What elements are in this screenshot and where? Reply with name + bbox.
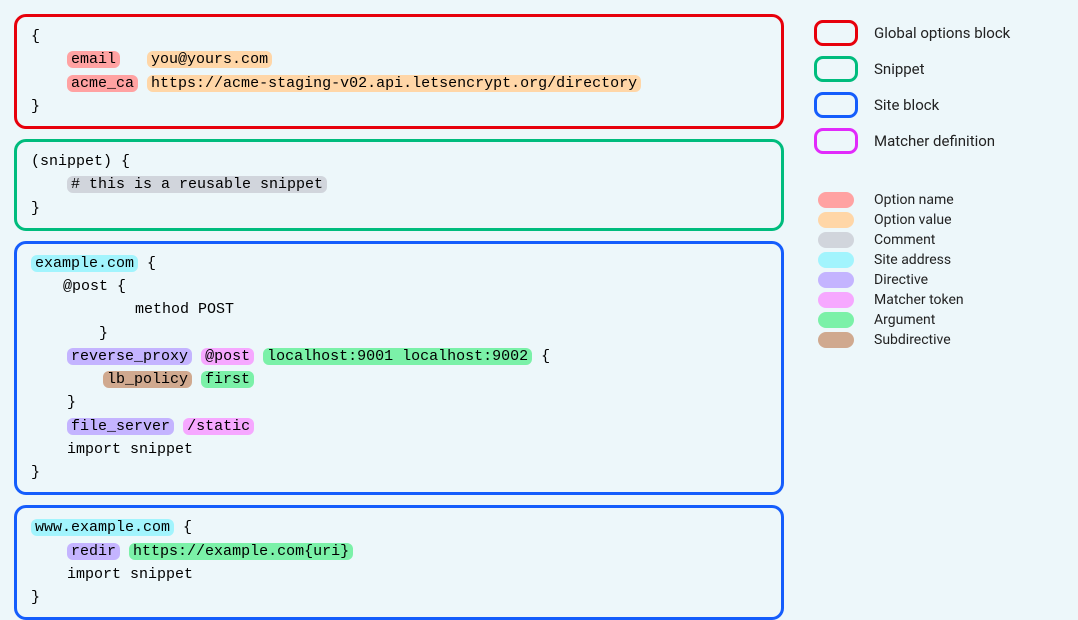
- legend-label: Matcher token: [874, 292, 964, 308]
- legend-row: Argument: [814, 312, 1064, 328]
- legend-row: Snippet: [814, 56, 1064, 82]
- legend-swatch-pill: [818, 232, 854, 248]
- global-options-block: { email you@yours.com acme_ca https://ac…: [14, 14, 784, 129]
- legend-swatch-pill: [818, 212, 854, 228]
- matcher-token-static: /static: [183, 418, 254, 435]
- legend-row: Site address: [814, 252, 1064, 268]
- directive-reverse-proxy: reverse_proxy: [67, 348, 192, 365]
- argument-redir-url: https://example.com{uri}: [129, 543, 353, 560]
- legend-label: Site address: [874, 252, 951, 268]
- legend-column: Global options block Snippet Site block Mat…: [814, 14, 1064, 591]
- directive-redir: redir: [67, 543, 120, 560]
- legend-swatch-border: [814, 20, 858, 46]
- legend-swatch-pill: [818, 332, 854, 348]
- directive-file-server: file_server: [67, 418, 174, 435]
- legend-row: Subdirective: [814, 332, 1064, 348]
- legend-label: Comment: [874, 232, 935, 248]
- legend-row: Matcher definition: [814, 128, 1064, 154]
- code-column: { email you@yours.com acme_ca https://ac…: [14, 14, 784, 591]
- legend-row: Matcher token: [814, 292, 1064, 308]
- argument-first: first: [201, 371, 254, 388]
- legend-swatch-border: [814, 128, 858, 154]
- legend-swatch-pill: [818, 252, 854, 268]
- brace-open: {: [532, 348, 550, 365]
- legend-row: Option name: [814, 192, 1064, 208]
- brace-close: }: [31, 98, 40, 115]
- matcher-token-post: @post: [201, 348, 254, 365]
- subdirective-lbpolicy: lb_policy: [103, 371, 192, 388]
- matcher-body: method POST: [63, 301, 234, 318]
- site-address-2: www.example.com: [31, 519, 174, 536]
- brace-close: }: [31, 589, 40, 606]
- legend-swatch-border: [814, 56, 858, 82]
- snippet-head: (snippet) {: [31, 153, 130, 170]
- brace-close: }: [31, 464, 40, 481]
- site-block-1: example.com { @post { method POST } reve…: [14, 241, 784, 496]
- legend-swatch-border: [814, 92, 858, 118]
- legend-label: Directive: [874, 272, 928, 288]
- legend-row: Site block: [814, 92, 1064, 118]
- legend-label: Snippet: [874, 60, 925, 78]
- legend-label: Argument: [874, 312, 935, 328]
- legend-label: Matcher definition: [874, 132, 995, 150]
- argument-upstreams: localhost:9001 localhost:9002: [263, 348, 532, 365]
- legend-label: Global options block: [874, 24, 1010, 42]
- matcher-open: @post {: [63, 278, 126, 295]
- matcher-close: }: [63, 325, 108, 342]
- legend-row: Global options block: [814, 20, 1064, 46]
- legend-row: Comment: [814, 232, 1064, 248]
- brace-open: {: [31, 28, 40, 45]
- brace-close: }: [31, 200, 40, 217]
- legend-swatch-pill: [818, 292, 854, 308]
- option-name-acmeca: acme_ca: [67, 75, 138, 92]
- legend-row: Directive: [814, 272, 1064, 288]
- site-block-2: www.example.com { redir https://example.…: [14, 505, 784, 620]
- legend-pill-group: Option name Option value Comment Site addre…: [814, 192, 1064, 348]
- snippet-comment: # this is a reusable snippet: [67, 176, 327, 193]
- legend-swatch-pill: [818, 272, 854, 288]
- import-line: import snippet: [31, 441, 193, 458]
- snippet-block: (snippet) { # this is a reusable snippet…: [14, 139, 784, 231]
- legend-border-group: Global options block Snippet Site block Mat…: [814, 20, 1064, 154]
- brace-open: {: [138, 255, 156, 272]
- option-value-email: you@yours.com: [147, 51, 272, 68]
- legend-label: Site block: [874, 96, 939, 114]
- legend-swatch-pill: [818, 312, 854, 328]
- site-address-1: example.com: [31, 255, 138, 272]
- brace-close: }: [31, 394, 76, 411]
- legend-label: Option name: [874, 192, 954, 208]
- matcher-definition-block: @post { method POST }: [63, 275, 242, 345]
- option-name-email: email: [67, 51, 120, 68]
- brace-open: {: [174, 519, 192, 536]
- legend-row: Option value: [814, 212, 1064, 228]
- legend-label: Option value: [874, 212, 952, 228]
- legend-label: Subdirective: [874, 332, 951, 348]
- import-line: import snippet: [31, 566, 193, 583]
- option-value-acmeca: https://acme-staging-v02.api.letsencrypt…: [147, 75, 641, 92]
- legend-swatch-pill: [818, 192, 854, 208]
